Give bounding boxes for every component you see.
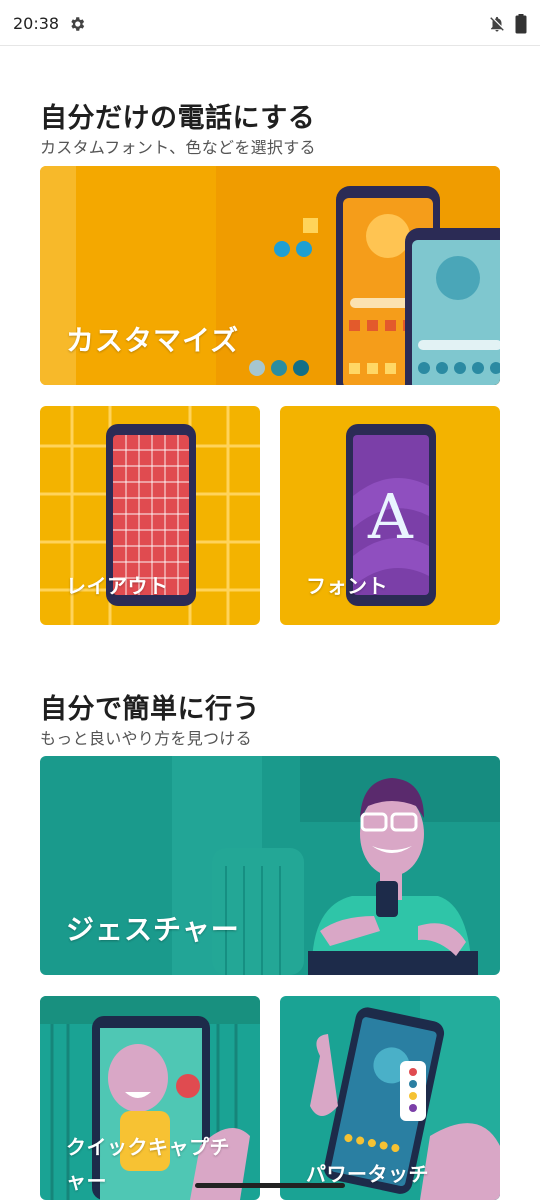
section-title-personalize: 自分だけの電話にする bbox=[40, 103, 316, 134]
battery-icon bbox=[515, 14, 527, 34]
layout-card-label: レイアウト bbox=[66, 574, 169, 598]
gear-icon bbox=[71, 17, 85, 31]
gesture-card-label: ジェスチャー bbox=[66, 913, 240, 946]
power-touch-card[interactable]: パワータッチ bbox=[280, 996, 500, 1200]
section-subtitle-personalize: カスタムフォント、色などを選択する bbox=[40, 138, 316, 157]
gesture-card[interactable]: ジェスチャー bbox=[40, 756, 500, 975]
status-bar: 20:38 bbox=[0, 0, 540, 46]
customize-card-label: カスタマイズ bbox=[66, 324, 240, 357]
quick-capture-card[interactable]: クイックキャプチ ャー bbox=[40, 996, 260, 1200]
customize-card[interactable]: カスタマイズ bbox=[40, 166, 500, 385]
section-title-easy: 自分で簡単に行う bbox=[40, 694, 260, 725]
notifications-muted-icon bbox=[490, 16, 504, 32]
status-time: 20:38 bbox=[13, 14, 60, 33]
font-card-label: フォント bbox=[306, 574, 388, 598]
font-glyph: A bbox=[368, 480, 414, 553]
section-subtitle-easy: もっと良いやり方を見つける bbox=[40, 729, 252, 748]
font-card[interactable]: A フォント bbox=[280, 406, 500, 625]
home-indicator[interactable] bbox=[195, 1183, 345, 1188]
layout-card[interactable]: レイアウト bbox=[40, 406, 260, 625]
